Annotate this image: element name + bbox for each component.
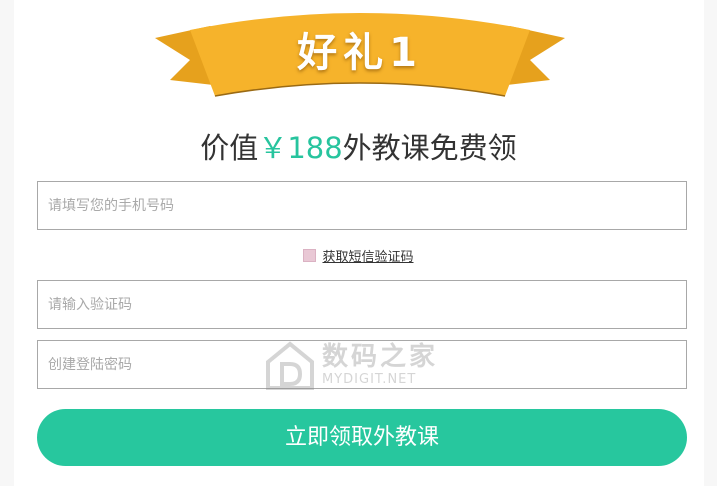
headline-price: ￥188 bbox=[258, 131, 343, 165]
get-sms-code-link[interactable]: 获取短信验证码 bbox=[322, 250, 413, 265]
headline-prefix: 价值 bbox=[200, 131, 259, 165]
offer-headline: 价值￥188外教课免费领 bbox=[0, 125, 717, 167]
claim-class-button[interactable]: 立即领取外教课 bbox=[37, 409, 687, 466]
phone-input[interactable] bbox=[37, 181, 687, 230]
password-input[interactable] bbox=[37, 340, 687, 389]
ribbon-banner: 好礼1 bbox=[150, 8, 570, 108]
banner-title: 好礼1 bbox=[297, 30, 423, 76]
sms-checkbox[interactable] bbox=[303, 249, 317, 262]
headline-suffix: 外教课免费领 bbox=[342, 131, 517, 165]
verification-code-input[interactable] bbox=[37, 280, 687, 329]
sms-row: 获取短信验证码 bbox=[0, 246, 717, 265]
